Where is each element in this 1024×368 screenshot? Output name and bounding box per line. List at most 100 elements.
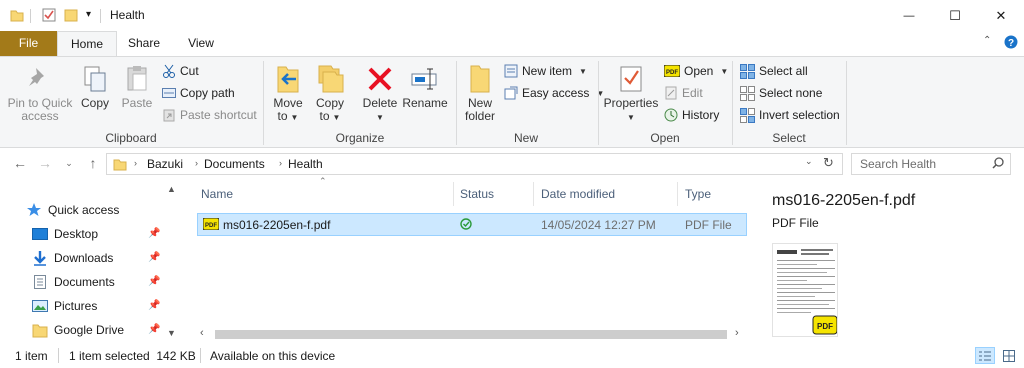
easy-access-button[interactable]: Easy access ▼: [504, 83, 604, 103]
table-row[interactable]: PDF ms016-2205en-f.pdf 14/05/2024 12:27 …: [197, 213, 747, 236]
status-bar: 1 item 1 item selected 142 KB Available …: [0, 343, 1024, 368]
maximize-button[interactable]: ☐: [932, 0, 978, 31]
chevron-down-icon: ▼: [332, 113, 341, 122]
customize-toolbar-icon[interactable]: ▾: [86, 9, 91, 20]
pin-icon[interactable]: 📌: [148, 252, 160, 263]
up-arrow-icon[interactable]: ↑: [84, 154, 102, 172]
scrollbar-thumb[interactable]: [215, 330, 727, 339]
nav-label: Quick access: [48, 203, 120, 217]
easy-access-icon: [504, 86, 518, 100]
divider: [100, 9, 101, 23]
column-header-status[interactable]: Status: [460, 187, 494, 201]
copy-to-button[interactable]: Copy to ▼: [312, 61, 348, 124]
scroll-left-icon[interactable]: ‹: [200, 327, 204, 339]
breadcrumb-health[interactable]: Health: [288, 157, 323, 171]
collapse-ribbon-icon[interactable]: ⌃: [983, 35, 991, 46]
select-none-button[interactable]: Select none: [740, 83, 822, 103]
select-all-button[interactable]: Select all: [740, 61, 808, 81]
properties-quick-icon[interactable]: [42, 8, 56, 25]
column-header-type[interactable]: Type: [685, 187, 711, 201]
pin-icon[interactable]: 📌: [148, 276, 160, 287]
close-button[interactable]: ✕: [978, 0, 1024, 31]
delete-label: Delete: [362, 96, 398, 110]
invert-selection-label: Invert selection: [759, 108, 840, 122]
history-label: History: [682, 108, 720, 122]
chevron-right-icon[interactable]: ›: [134, 158, 137, 168]
pin-icon[interactable]: 📌: [148, 228, 160, 239]
chevron-down-icon: ▼: [579, 66, 587, 76]
new-folder-label-line2: folder: [464, 109, 496, 123]
column-header-name[interactable]: Name: [201, 187, 233, 201]
window-title: Health: [110, 8, 145, 22]
select-none-icon: [740, 85, 755, 101]
close-icon: ✕: [995, 7, 1007, 23]
pin-icon: [29, 68, 44, 86]
pin-to-quick-access-button[interactable]: Pin to Quick access: [6, 61, 74, 123]
paste-icon: [127, 66, 147, 91]
properties-button[interactable]: Properties ▼: [603, 61, 659, 124]
column-divider[interactable]: [453, 182, 454, 206]
copy-path-button[interactable]: Copy path: [162, 83, 235, 103]
column-divider[interactable]: [533, 182, 534, 206]
tab-share[interactable]: Share: [118, 31, 170, 56]
search-placeholder: Search Health: [860, 157, 937, 171]
title-bar: ▾ Health — ☐ ✕: [0, 0, 1024, 31]
document-preview-icon: PDF: [777, 249, 837, 335]
copy-path-icon: [162, 88, 176, 98]
svg-text:PDF: PDF: [666, 70, 678, 76]
rename-button[interactable]: Rename: [402, 61, 448, 110]
copy-button[interactable]: Copy: [78, 61, 112, 110]
paste-shortcut-button[interactable]: Paste shortcut: [162, 105, 257, 125]
cut-label: Cut: [180, 64, 199, 78]
cut-button[interactable]: Cut: [162, 61, 199, 81]
invert-selection-button[interactable]: Invert selection: [740, 105, 840, 125]
tab-home[interactable]: Home: [57, 31, 117, 57]
tab-view[interactable]: View: [172, 31, 230, 56]
delete-button[interactable]: Delete ▼: [360, 61, 400, 124]
recent-locations-icon[interactable]: ⌄: [60, 154, 78, 172]
scroll-up-icon[interactable]: ▲: [167, 184, 176, 194]
move-to-button[interactable]: Move to ▼: [270, 61, 306, 124]
copy-path-label: Copy path: [180, 86, 235, 100]
folder-icon: [32, 324, 48, 338]
breadcrumb-documents[interactable]: Documents: [204, 157, 265, 171]
address-bar[interactable]: › Bazuki › Documents › Health ⌄ ↻: [106, 153, 843, 175]
open-label: Open: [684, 64, 714, 78]
chevron-right-icon[interactable]: ›: [279, 158, 282, 168]
chevron-right-icon[interactable]: ›: [195, 158, 198, 168]
rename-icon: [411, 68, 437, 90]
search-input[interactable]: Search Health: [851, 153, 1011, 175]
address-dropdown-icon[interactable]: ⌄: [805, 156, 813, 167]
large-icons-view-icon[interactable]: [1000, 348, 1018, 363]
nav-item-quick-access[interactable]: Quick access: [26, 199, 166, 221]
search-icon[interactable]: [992, 157, 1004, 172]
column-divider[interactable]: [677, 182, 678, 206]
new-folder-quick-icon[interactable]: [64, 8, 78, 25]
breadcrumb-bazuki[interactable]: Bazuki: [147, 157, 183, 171]
scroll-right-icon[interactable]: ›: [735, 327, 739, 339]
nav-pane-scrollbar[interactable]: ▲ ▼: [163, 180, 180, 343]
open-group-label: Open: [650, 131, 680, 145]
history-button[interactable]: History: [664, 105, 719, 125]
details-view-icon[interactable]: [975, 347, 995, 364]
file-name-cell: ms016-2205en-f.pdf: [223, 218, 331, 232]
refresh-icon[interactable]: ↻: [823, 155, 834, 171]
open-button[interactable]: PDF Open ▼: [664, 61, 728, 81]
tab-file[interactable]: File: [0, 31, 57, 56]
edit-button[interactable]: Edit: [664, 83, 703, 103]
scroll-down-icon[interactable]: ▼: [167, 328, 176, 338]
pdf-thumbnail[interactable]: PDF: [772, 243, 838, 337]
paste-button[interactable]: Paste: [118, 61, 156, 110]
invert-selection-icon: [740, 107, 755, 123]
new-item-button[interactable]: New item ▼: [504, 61, 587, 81]
column-header-date-modified[interactable]: Date modified: [541, 187, 615, 201]
forward-arrow-icon[interactable]: →: [36, 154, 54, 172]
pin-icon[interactable]: 📌: [148, 300, 160, 311]
back-arrow-icon[interactable]: ←: [11, 154, 29, 172]
documents-icon: [34, 275, 46, 289]
new-folder-button[interactable]: New folder: [460, 61, 500, 123]
help-icon[interactable]: ?: [1004, 35, 1018, 52]
pin-icon[interactable]: 📌: [148, 324, 160, 335]
minimize-button[interactable]: —: [886, 0, 932, 31]
horizontal-scrollbar[interactable]: ‹ ›: [197, 326, 747, 343]
